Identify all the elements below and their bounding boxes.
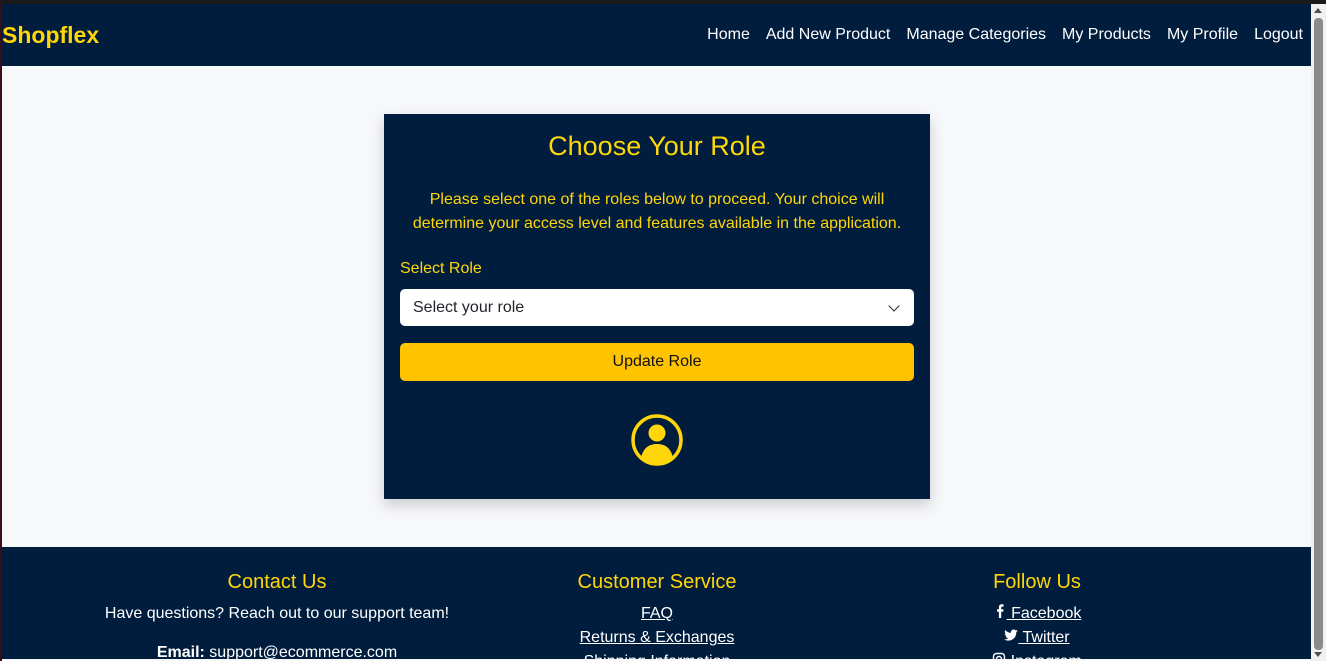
footer-service-title: Customer Service: [577, 571, 737, 593]
nav-manage-categories[interactable]: Manage Categories: [906, 26, 1046, 44]
footer-link-returns[interactable]: Returns & Exchanges: [457, 626, 857, 650]
footer-email-label: Email:: [156, 644, 205, 661]
vertical-scrollbar[interactable]: [1311, 4, 1326, 661]
card-description: Please select one of the roles below to …: [412, 191, 902, 232]
select-role-label: Select Role: [400, 260, 482, 277]
brand-logo[interactable]: Shopflex: [2, 22, 99, 49]
footer-email: Email: support@ecommerce.com: [77, 641, 477, 661]
card-title: Choose Your Role: [548, 131, 766, 161]
twitter-label: Twitter: [1022, 629, 1070, 646]
footer: Contact Us Have questions? Reach out to …: [2, 547, 1311, 661]
nav-links: Home Add New Product Manage Categories M…: [707, 26, 1303, 44]
twitter-icon: [1004, 629, 1019, 641]
footer-link-instagram[interactable]: Instagram: [837, 650, 1237, 661]
nav-my-products[interactable]: My Products: [1062, 26, 1151, 44]
nav-home[interactable]: Home: [707, 26, 750, 44]
role-select[interactable]: Select your role: [400, 289, 914, 326]
footer-email-value: support@ecommerce.com: [209, 644, 398, 661]
chevron-down-icon: [888, 299, 900, 312]
footer-contact-text: Have questions? Reach out to our support…: [104, 605, 450, 622]
nav-my-profile[interactable]: My Profile: [1167, 26, 1238, 44]
instagram-label: Instagram: [1011, 653, 1082, 661]
nav-logout[interactable]: Logout: [1254, 26, 1303, 44]
role-select-value: Select your role: [413, 298, 525, 316]
footer-contact: Contact Us Have questions? Reach out to …: [77, 571, 477, 661]
footer-link-shipping[interactable]: Shipping Information: [457, 650, 857, 661]
footer-link-twitter[interactable]: Twitter: [837, 626, 1237, 650]
footer-follow: Follow Us Facebook Twitter Instagram: [837, 571, 1237, 661]
scroll-up-icon[interactable]: [1314, 8, 1322, 13]
main-content: Choose Your Role Please select one of th…: [2, 66, 1311, 547]
facebook-icon: [996, 604, 1004, 618]
nav-add-new-product[interactable]: Add New Product: [766, 26, 891, 44]
facebook-label: Facebook: [1011, 605, 1082, 622]
scroll-down-icon[interactable]: [1314, 652, 1322, 657]
role-card: Choose Your Role Please select one of th…: [384, 114, 930, 499]
instagram-icon: [993, 652, 1006, 661]
footer-link-facebook[interactable]: Facebook: [837, 602, 1237, 626]
navbar: Shopflex Home Add New Product Manage Cat…: [2, 4, 1311, 66]
footer-follow-title: Follow Us: [993, 571, 1081, 593]
update-role-button[interactable]: Update Role: [400, 343, 914, 381]
browser-viewport: Shopflex Home Add New Product Manage Cat…: [0, 4, 1311, 661]
footer-link-faq[interactable]: FAQ: [457, 602, 857, 626]
footer-service: Customer Service FAQ Returns & Exchanges…: [457, 571, 857, 661]
user-circle-icon: [631, 414, 683, 466]
scrollbar-thumb[interactable]: [1314, 18, 1323, 650]
footer-contact-title: Contact Us: [227, 571, 327, 593]
